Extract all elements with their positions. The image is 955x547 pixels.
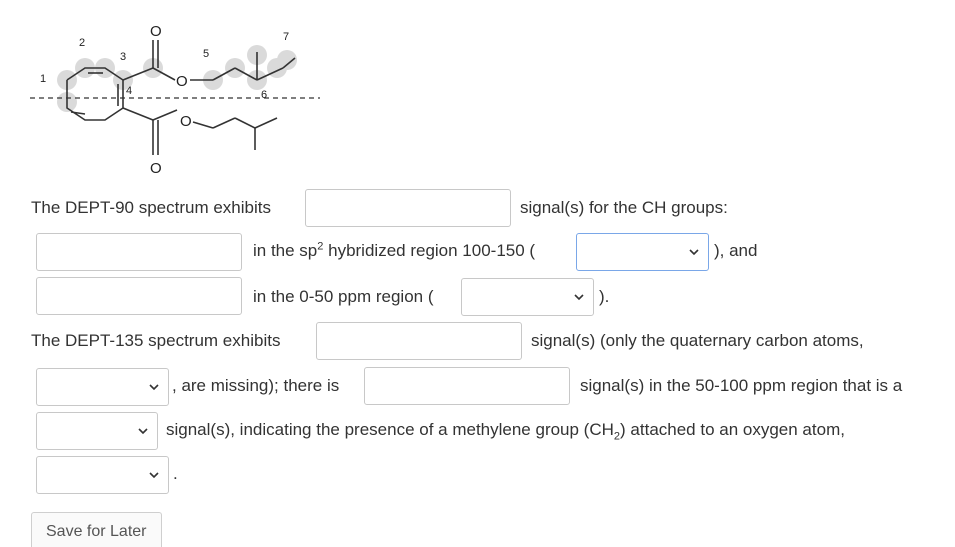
chevron-down-icon [574,294,584,301]
atom-label-7: 7 [283,31,289,43]
region-50-100-count-input[interactable] [364,367,570,405]
final-select[interactable] [36,456,169,494]
methylene-text: signal(s), indicating the presence of a … [166,420,845,443]
oxygen-label: O [176,73,188,90]
oxygen-label: O [150,160,162,177]
dept135-suffix: signal(s) (only the quaternary carbon at… [531,331,864,350]
atom-label-3: 3 [120,51,126,63]
sp2-count-input[interactable] [36,233,242,271]
chevron-down-icon [689,249,699,256]
sp2-region-label: in the sp2 hybridized region 100-150 ( [253,240,536,260]
atom-label-5: 5 [203,48,209,60]
atom-label-6: 6 [261,89,267,101]
paren-close: ). [599,287,610,306]
aliphatic-type-select[interactable] [461,278,594,316]
carbon-highlight [277,50,297,70]
atom-label-2: 2 [79,37,85,49]
dept135-count-input[interactable] [316,322,522,360]
aliphatic-count-input[interactable] [36,277,242,315]
oxygen-label: O [150,23,162,40]
chemical-structure: 2 3 1 4 5 6 7 O O O O [30,23,320,177]
sp2-type-select[interactable] [576,233,709,271]
missing-text: , are missing); there is [172,376,340,395]
chevron-down-icon [138,428,148,435]
atom-label-1: 1 [40,73,46,85]
region-0-50-label: in the 0-50 ppm region ( [253,287,434,306]
missing-carbons-select[interactable] [36,368,169,406]
dept90-label: The DEPT-90 spectrum exhibits [31,198,271,217]
dept90-count-input[interactable] [305,189,511,227]
and-text: ), and [714,241,758,260]
save-for-later-button[interactable]: Save for Later [31,512,162,547]
chevron-down-icon [149,472,159,479]
signal-phase-select[interactable] [36,412,158,450]
region-50-100-label: signal(s) in the 50-100 ppm region that … [580,376,903,395]
chevron-down-icon [149,384,159,391]
final-period: . [173,464,178,483]
atom-label-4: 4 [126,85,132,97]
dept135-label: The DEPT-135 spectrum exhibits [31,331,281,350]
dept90-suffix: signal(s) for the CH groups: [520,198,728,217]
oxygen-label: O [180,113,192,130]
